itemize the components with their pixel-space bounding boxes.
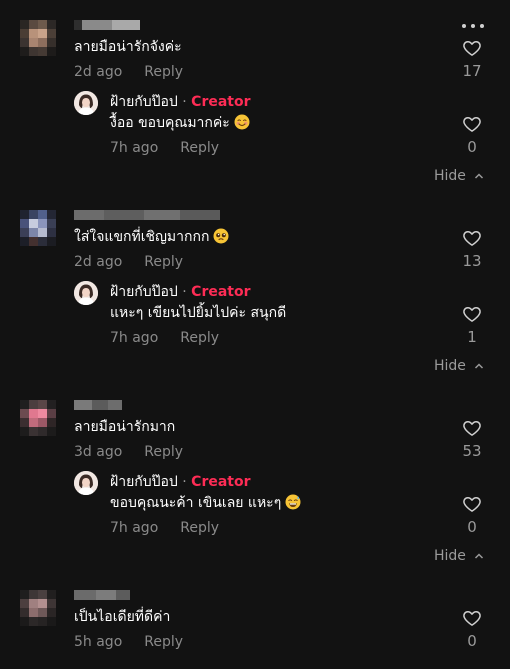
like-count: 0	[467, 518, 477, 536]
hide-label[interactable]: Hide	[434, 548, 466, 564]
like-heart-icon[interactable]	[462, 304, 482, 324]
reply-button[interactable]: Reply	[144, 64, 183, 80]
creator-badge: Creator	[191, 284, 251, 300]
reply-time: 7h ago	[110, 330, 159, 346]
avatar-blurred[interactable]	[20, 400, 56, 436]
comment-time: 2d ago	[74, 254, 123, 270]
chevron-up-icon	[475, 173, 484, 179]
reply-button[interactable]: Reply	[180, 330, 219, 346]
username-blurred[interactable]	[74, 590, 130, 600]
reply-text: ขอบคุณนะค้า เขินเลย แหะๆ	[110, 494, 301, 512]
reply-button[interactable]: Reply	[144, 634, 183, 650]
comment-time: 2d ago	[74, 64, 123, 80]
comment-text-content: ใส่ใจแขกที่เชิญมากกก	[74, 229, 210, 245]
comment-text: ลายมือน่ารักจังค่ะ	[74, 39, 182, 55]
reply-text: แหะๆ เขียนไปยิ้มไปค่ะ สนุกดี	[110, 305, 287, 321]
comment-meta: 3d ago Reply	[74, 443, 183, 461]
comment-text: ลายมือน่ารักมาก	[74, 419, 176, 435]
pleading-face-icon	[213, 228, 229, 244]
reply-author[interactable]: ฝ้ายกับป๊อป · Creator	[110, 473, 251, 491]
sweat-smile-icon	[285, 494, 301, 510]
comment-time: 3d ago	[74, 444, 123, 460]
username-blurred[interactable]	[74, 20, 140, 30]
like-count: 1	[467, 328, 477, 346]
reply-meta: 7h ago Reply	[110, 139, 219, 157]
comment-meta: 5h ago Reply	[74, 633, 183, 651]
creator-badge: Creator	[191, 474, 251, 490]
like-heart-icon[interactable]	[462, 418, 482, 438]
avatar-blurred[interactable]	[20, 210, 56, 246]
avatar-blurred[interactable]	[20, 20, 56, 56]
creator-name[interactable]: ฝ้ายกับป๊อป	[110, 284, 178, 300]
reply-author[interactable]: ฝ้ายกับป๊อป · Creator	[110, 283, 251, 301]
reply-button[interactable]: Reply	[180, 520, 219, 536]
like-count: 13	[462, 252, 482, 270]
hide-replies-button[interactable]: Hide	[434, 547, 484, 565]
hide-label[interactable]: Hide	[434, 358, 466, 374]
comment-meta: 2d ago Reply	[74, 253, 183, 271]
like-heart-icon[interactable]	[462, 38, 482, 58]
chevron-up-icon	[475, 363, 484, 369]
comment-text: เป็นไอเดียที่ดีค่า	[74, 609, 171, 625]
reply-text-content: งื้ออ ขอบคุณมากค่ะ	[110, 115, 230, 131]
reply-button[interactable]: Reply	[144, 254, 183, 270]
hide-replies-button[interactable]: Hide	[434, 357, 484, 375]
reply-time: 7h ago	[110, 140, 159, 156]
hide-label[interactable]: Hide	[434, 168, 466, 184]
like-heart-icon[interactable]	[462, 114, 482, 134]
reply-author[interactable]: ฝ้ายกับป๊อป · Creator	[110, 93, 251, 111]
username-blurred[interactable]	[74, 400, 122, 410]
like-count: 0	[467, 632, 477, 650]
chevron-up-icon	[475, 553, 484, 559]
like-heart-icon[interactable]	[462, 228, 482, 248]
separator-dot: ·	[177, 94, 192, 110]
reply-meta: 7h ago Reply	[110, 329, 219, 347]
reply-time: 7h ago	[110, 520, 159, 536]
like-count: 0	[467, 138, 477, 156]
reply-text-content: ขอบคุณนะค้า เขินเลย แหะๆ	[110, 495, 282, 511]
creator-name[interactable]: ฝ้ายกับป๊อป	[110, 474, 178, 490]
comment-time: 5h ago	[74, 634, 123, 650]
creator-badge: Creator	[191, 94, 251, 110]
separator-dot: ·	[177, 474, 192, 490]
reply-button[interactable]: Reply	[180, 140, 219, 156]
like-count: 53	[462, 442, 482, 460]
like-heart-icon[interactable]	[462, 494, 482, 514]
hide-replies-button[interactable]: Hide	[434, 167, 484, 185]
comment-text: ใส่ใจแขกที่เชิญมากกก	[74, 228, 229, 246]
avatar-blurred[interactable]	[20, 590, 56, 626]
reply-button[interactable]: Reply	[144, 444, 183, 460]
smiling-face-icon	[234, 114, 250, 130]
creator-name[interactable]: ฝ้ายกับป๊อป	[110, 94, 178, 110]
comment-meta: 2d ago Reply	[74, 63, 183, 81]
username-blurred[interactable]	[74, 210, 220, 220]
creator-avatar[interactable]	[74, 281, 98, 305]
reply-meta: 7h ago Reply	[110, 519, 219, 537]
creator-avatar[interactable]	[74, 91, 98, 115]
separator-dot: ·	[177, 284, 192, 300]
like-heart-icon[interactable]	[462, 608, 482, 628]
more-options-icon[interactable]	[462, 22, 484, 30]
reply-text: งื้ออ ขอบคุณมากค่ะ	[110, 114, 250, 132]
creator-avatar[interactable]	[74, 471, 98, 495]
like-count: 17	[462, 62, 482, 80]
